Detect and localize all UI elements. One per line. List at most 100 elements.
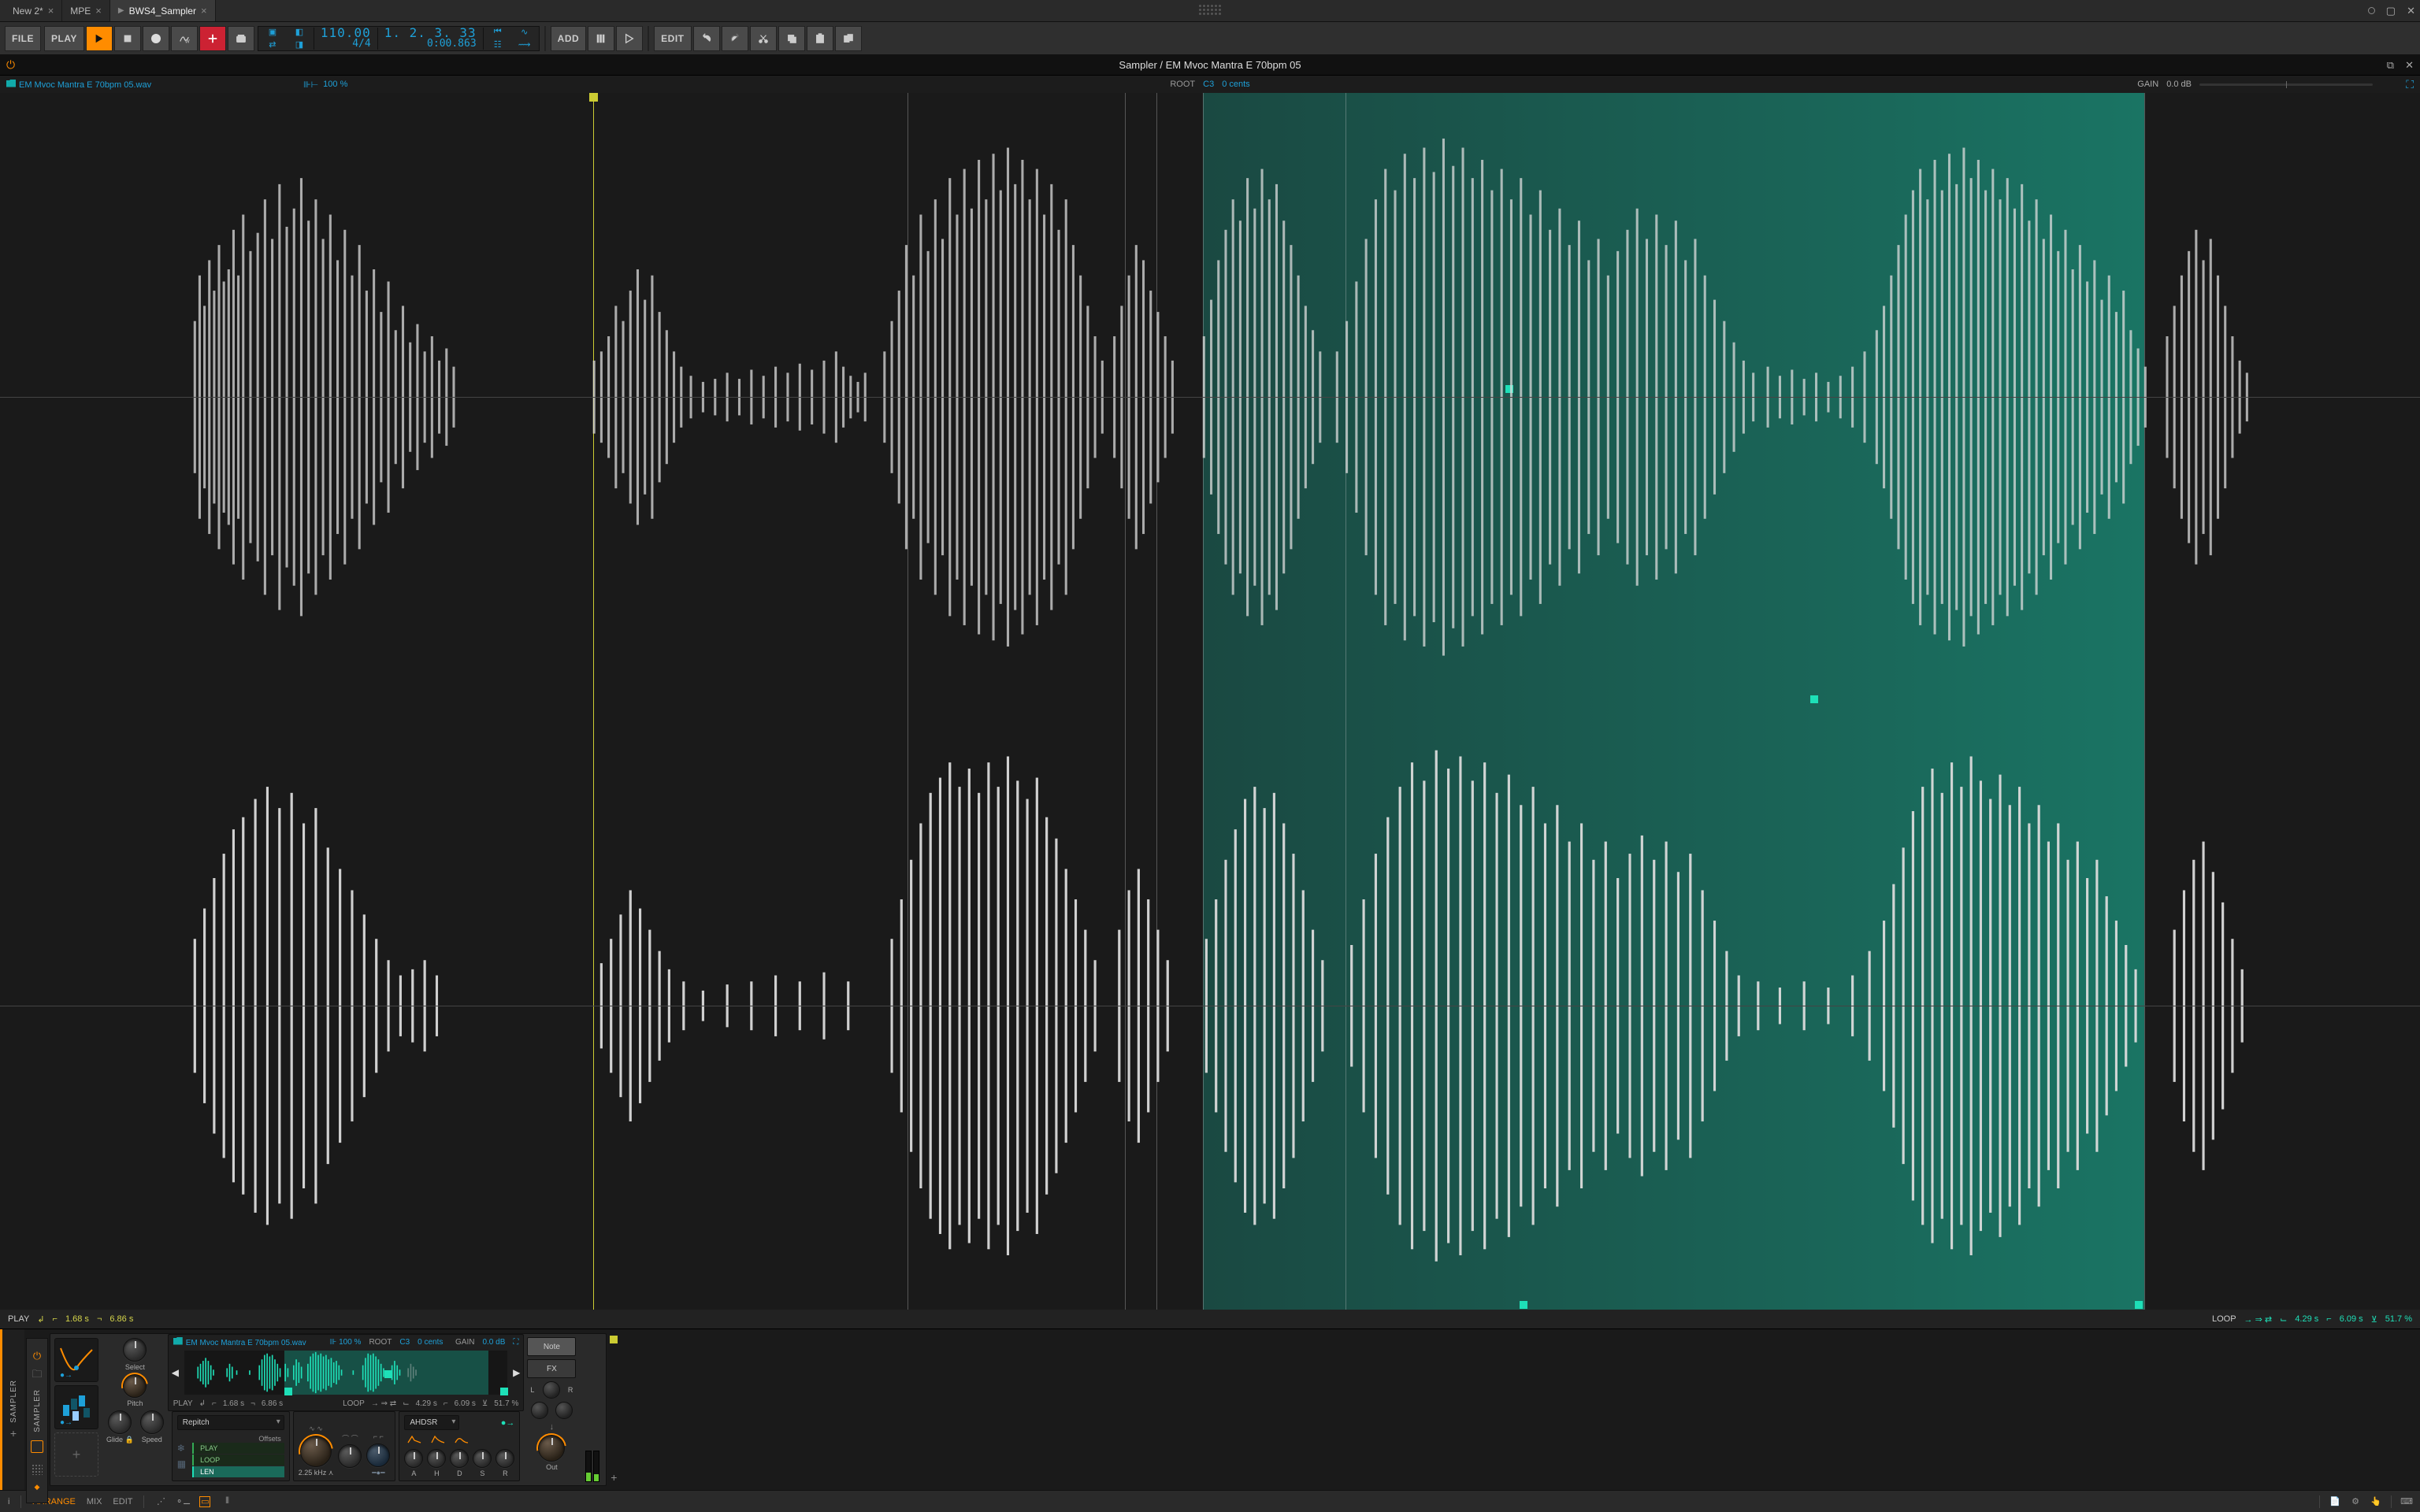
add-button[interactable]: ADD [551,26,587,51]
new-file-icon[interactable]: 📄 [2329,1496,2340,1507]
env-attack-knob[interactable] [404,1449,423,1468]
next-sample-button[interactable]: ▶ [513,1367,520,1378]
undo-button[interactable] [693,26,720,51]
tab-bws4-sampler[interactable]: ▶ BWS4_Sampler × [110,0,216,21]
pan-knob[interactable] [543,1381,560,1399]
waveform-display[interactable] [0,93,2420,1310]
env-shape-icon[interactable] [407,1435,421,1443]
root-cents-mini[interactable]: 0 cents [418,1338,443,1347]
reverse-icon-mini[interactable]: ↲ [199,1399,206,1408]
env-shape-icon[interactable] [455,1435,469,1443]
gain-mini[interactable]: 0.0 dB [482,1338,505,1347]
add-clip-button[interactable] [616,26,643,51]
playmode-dropdown[interactable]: Repitch [177,1415,284,1430]
loop-end-value[interactable]: 6.09 s [2340,1314,2363,1324]
settings-icon[interactable]: ⚙ [2350,1496,2361,1507]
close-icon[interactable]: × [95,5,102,17]
play-end-mini[interactable]: 6.86 s [262,1399,283,1408]
position-bars[interactable]: 1. 2. 3. 33 [384,28,477,39]
offset-loop-button[interactable]: LOOP [192,1455,284,1466]
freeze-icon[interactable]: ❄ [177,1443,186,1454]
loop-mode-icon[interactable]: → ⇒ ⇄ [2244,1314,2273,1325]
copy-button[interactable] [778,26,805,51]
close-panel-icon[interactable]: ✕ [2405,59,2414,72]
power-icon[interactable]: ⏻ [6,58,15,72]
groove-icon[interactable]: ∿ [517,27,533,37]
env-loop-icon[interactable]: ●→ [501,1418,515,1428]
glide-knob[interactable] [108,1410,132,1434]
punch-out-icon[interactable]: ◨ [291,39,307,50]
mixer-panel-icon[interactable]: ⦀ [221,1496,232,1507]
add-track-button[interactable] [588,26,614,51]
device-menu-icon[interactable] [32,1464,43,1475]
folder-icon[interactable]: 🗀 [32,1367,42,1384]
fill-icon[interactable]: ⟿ [517,39,533,50]
position-time[interactable]: 0:00.863 [384,39,477,49]
maximize-icon[interactable]: ▢ [2386,5,2396,17]
zoom-mini[interactable]: ⊪ 100 % [330,1338,362,1347]
duplicate-button[interactable] [835,26,862,51]
device-panel-toggle[interactable]: ▭ [199,1496,210,1507]
close-window-icon[interactable]: ✕ [2407,5,2415,17]
record-indicator-icon[interactable] [2368,7,2375,14]
edit-button[interactable]: EDIT [654,26,691,51]
env-decay-knob[interactable] [450,1449,469,1468]
grain-icon[interactable]: ▦ [177,1458,186,1469]
add-layer-button[interactable]: + [54,1432,98,1477]
output-gain-knob[interactable] [538,1435,565,1462]
prev-sample-button[interactable]: ◀ [172,1367,179,1378]
loop-start-value[interactable]: 4.29 s [2295,1314,2318,1324]
gain-slider[interactable] [2199,83,2373,86]
redo-button[interactable] [722,26,748,51]
close-icon[interactable]: × [201,5,207,17]
loop-transport-icon[interactable]: ⇄ [265,39,280,50]
play-button[interactable] [86,26,113,51]
stop-button[interactable] [114,26,141,51]
root-cents[interactable]: 0 cents [1222,80,1249,89]
envelope-type-dropdown[interactable]: AHDSR [404,1415,459,1430]
metronome-icon[interactable]: ▣ [265,27,280,37]
expand-device-button[interactable] [31,1440,43,1453]
pitch-knob[interactable] [123,1374,147,1398]
play-start-value[interactable]: 1.68 s [65,1314,89,1324]
loop-mode-mini[interactable]: → ⇒ ⇄ [371,1399,396,1408]
reverse-icon[interactable]: ↲ [37,1314,44,1325]
play-start-mini[interactable]: 1.68 s [223,1399,244,1408]
xfade-mini[interactable]: 51.7 % [494,1399,518,1408]
env-shape-icon[interactable] [431,1435,445,1443]
tempo-value[interactable]: 110.00 [321,28,371,39]
filter-freq-knob[interactable] [300,1436,332,1467]
spread-r-knob[interactable] [555,1402,573,1419]
filter-drive-knob[interactable] [366,1443,390,1467]
multisample-thumbnail[interactable]: ●→ [54,1385,98,1429]
mix-view-button[interactable]: MIX [87,1497,102,1506]
xfade-value[interactable]: 51.7 % [2385,1314,2412,1324]
root-note-mini[interactable]: C3 [399,1338,410,1347]
add-device-button[interactable]: + [10,1427,17,1440]
preroll-icon[interactable]: ⏮ [490,27,506,37]
env-hold-knob[interactable] [427,1449,446,1468]
crop-icon[interactable]: ⛶ [513,1338,518,1347]
close-icon[interactable]: × [48,5,54,17]
select-knob[interactable] [123,1338,147,1362]
export-button[interactable] [228,26,254,51]
play-end-value[interactable]: 6.86 s [109,1314,133,1324]
offset-len-button[interactable]: LEN [192,1466,284,1477]
sample-filename[interactable]: EM Mvoc Mantra E 70bpm 05.wav [6,80,151,90]
offset-play-button[interactable]: PLAY [192,1443,284,1454]
record-button[interactable] [143,26,169,51]
root-note[interactable]: C3 [1203,80,1214,89]
loop-start-mini[interactable]: 4.29 s [416,1399,437,1408]
chain-active-indicator[interactable] [610,1336,618,1343]
mini-waveform[interactable]: ◀ ▶ [184,1351,508,1395]
tab-new2[interactable]: New 2* × [5,0,62,21]
count-in-icon[interactable]: ☷ [490,39,506,50]
speed-knob[interactable] [140,1410,164,1434]
info-toggle[interactable]: i [8,1497,9,1506]
automation-write-button[interactable]: W [171,26,198,51]
keyboard-icon[interactable]: ⌨ [2401,1496,2412,1507]
sample-filename-mini[interactable]: EM Mvoc Mantra E 70bpm 05.wav [173,1337,306,1347]
fx-mod-button[interactable]: FX [527,1359,576,1378]
cut-button[interactable] [750,26,777,51]
edit-view-button[interactable]: EDIT [113,1497,132,1506]
